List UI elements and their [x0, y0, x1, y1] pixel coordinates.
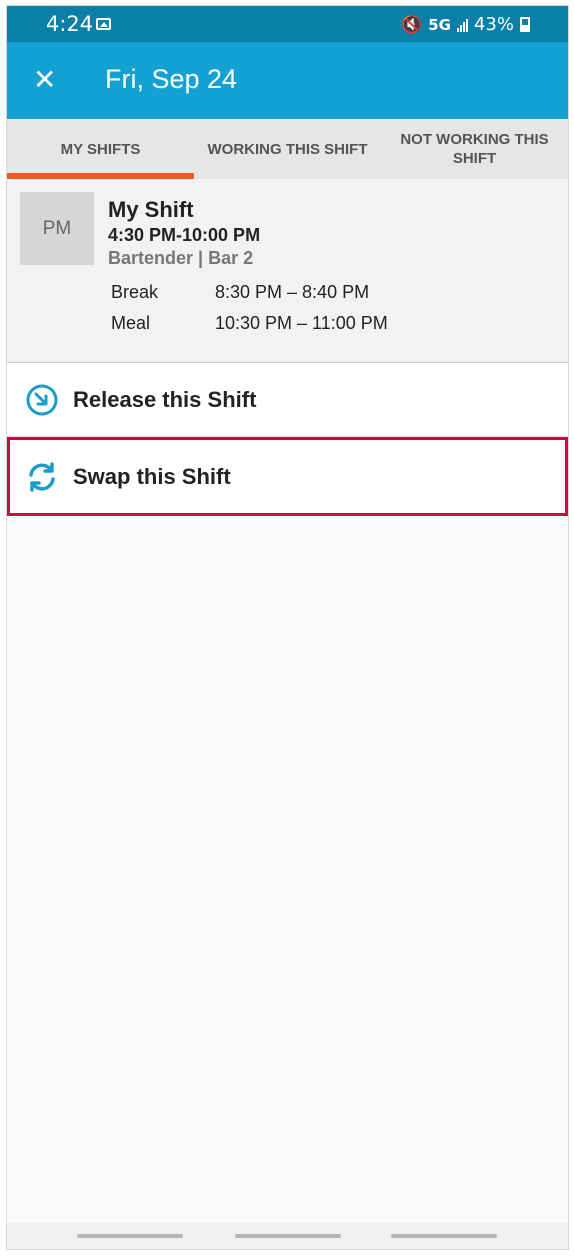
meal-label: Meal [111, 313, 151, 333]
swap-shift-label: Swap this Shift [73, 463, 231, 489]
tab-bar: MY SHIFTS WORKING THIS SHIFT NOT WORKING… [7, 119, 568, 179]
release-shift-label: Release this Shift [73, 386, 257, 412]
shift-time: 4:30 PM-10:00 PM [108, 225, 261, 245]
close-icon[interactable]: ✕ [33, 66, 56, 94]
system-nav-bar [7, 1223, 568, 1249]
release-icon [26, 384, 58, 415]
break-label: Break [111, 282, 159, 302]
page-title: Fri, Sep 24 [105, 64, 238, 94]
swap-shift-button[interactable]: Swap this Shift [7, 437, 568, 516]
nav-home-handle[interactable] [235, 1234, 341, 1238]
battery-icon [520, 17, 530, 32]
network-type: 5G [428, 15, 451, 34]
swap-icon [29, 461, 55, 492]
tab-my-shifts[interactable]: MY SHIFTS [7, 119, 194, 179]
shift-title: My Shift [108, 197, 194, 222]
status-bar: 4:24 🔇 5G 43% [7, 6, 568, 42]
app-bar: ✕ Fri, Sep 24 [7, 42, 568, 119]
battery-percent: 43% [473, 14, 514, 35]
meal-time: 10:30 PM – 11:00 PM [215, 313, 388, 333]
break-time: 8:30 PM – 8:40 PM [215, 282, 370, 302]
tab-not-working-this-shift[interactable]: NOT WORKING THIS SHIFT [381, 119, 568, 179]
signal-icon [456, 18, 468, 32]
shift-role: Bartender | Bar 2 [108, 248, 254, 268]
mute-icon: 🔇 [401, 14, 423, 35]
tab-working-this-shift[interactable]: WORKING THIS SHIFT [194, 119, 381, 179]
status-right: 🔇 5G 43% [401, 14, 530, 35]
app-screen: 4:24 🔇 5G 43% ✕ Fri, Sep 24 MY SHIFTS WO… [6, 5, 569, 1250]
shift-period-badge: PM [20, 192, 94, 265]
nav-recents-handle[interactable] [391, 1234, 497, 1238]
image-icon [96, 18, 111, 30]
nav-back-handle[interactable] [77, 1234, 183, 1238]
release-shift-button[interactable]: Release this Shift [7, 363, 568, 437]
shift-card: PM My Shift 4:30 PM-10:00 PM Bartender |… [7, 179, 568, 363]
status-time: 4:24 [46, 12, 94, 36]
